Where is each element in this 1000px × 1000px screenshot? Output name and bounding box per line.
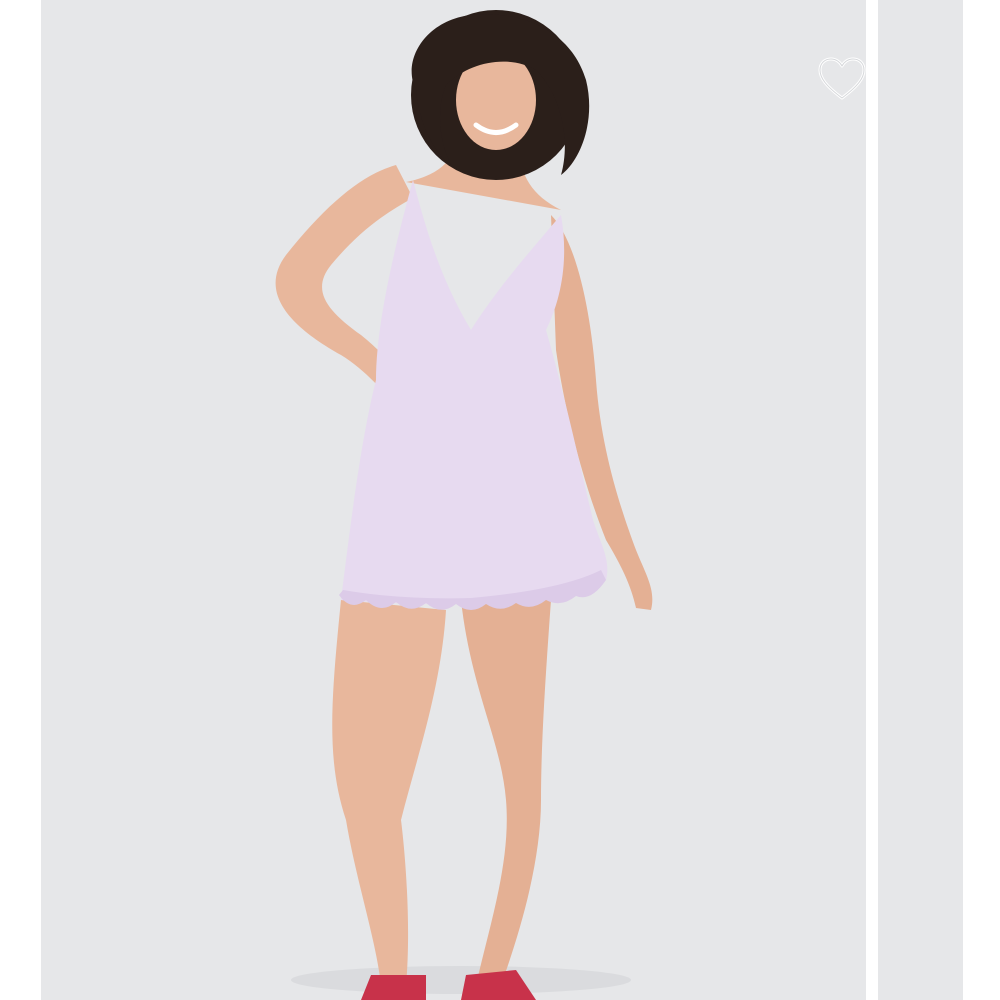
model-photo bbox=[275, 10, 653, 1000]
wishlist-heart-button[interactable] bbox=[816, 55, 866, 103]
heart-outline-icon bbox=[818, 57, 866, 100]
product-gallery bbox=[0, 0, 1000, 1000]
product-image-main[interactable] bbox=[41, 0, 866, 1000]
product-image-next-preview[interactable] bbox=[878, 0, 963, 1000]
